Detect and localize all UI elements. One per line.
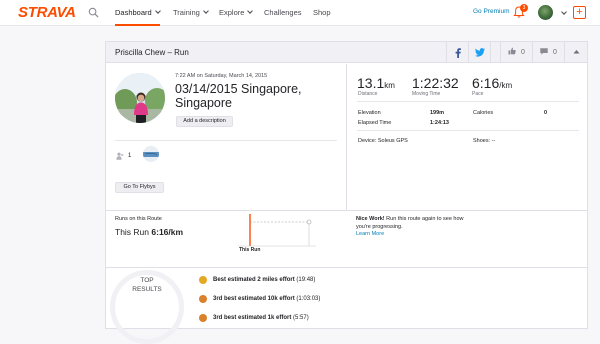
distance-value: 13.1km — [357, 75, 395, 91]
notification-badge: 3 — [520, 4, 528, 12]
athlete-photo[interactable] — [115, 73, 165, 123]
facebook-icon — [455, 48, 461, 58]
people-icon — [116, 152, 124, 160]
kudos-button[interactable]: 0 — [500, 42, 532, 63]
elevation-value: 199m — [430, 110, 445, 116]
collapse-button[interactable] — [564, 42, 587, 63]
calories-label: Calories — [473, 110, 494, 116]
activity-card: Priscilla Chew – Run 0 0 7:22 AM on Satu… — [105, 41, 588, 344]
athlete-image — [115, 73, 165, 123]
add-description-button[interactable]: Add a description — [176, 116, 233, 127]
moving-time-label: Moving Time — [412, 91, 441, 97]
result-item[interactable]: 3rd best estimated 10k effort (1:03:03) — [213, 296, 320, 302]
route-heading: Runs on this Route — [115, 216, 162, 222]
caret-up-icon — [573, 50, 579, 54]
thumbs-up-icon — [508, 47, 516, 55]
this-run-pace: This Run 6:16/km — [115, 227, 184, 237]
comments-button[interactable]: 0 — [532, 42, 564, 63]
gold-medal-icon — [199, 276, 207, 284]
learn-more-link[interactable]: Learn More — [356, 231, 384, 237]
calories-value: 0 — [544, 110, 548, 116]
bronze-medal-icon — [199, 314, 207, 322]
twitter-share-button[interactable] — [468, 42, 490, 63]
nav-dashboard[interactable]: Dashboard — [115, 8, 161, 26]
header-spacer — [490, 42, 500, 63]
kudos-count: 0 — [521, 49, 525, 56]
shoes-label: Shoes: -- — [473, 138, 496, 144]
nice-work-message: Nice Work! Run this route again to see h… — [356, 216, 464, 237]
elevation-label: Elevation — [358, 110, 381, 116]
top-results-section: TOP RESULTS Best estimated 2 miles effort… — [106, 267, 587, 344]
pace-label: Pace — [472, 91, 484, 97]
plus-icon[interactable]: + — [573, 6, 586, 19]
route-map-thumbnail[interactable] — [143, 146, 159, 162]
chevron-down-icon[interactable] — [561, 9, 567, 15]
route-chart-label: This Run — [239, 247, 261, 253]
chevron-down-icon — [154, 8, 161, 14]
facebook-share-button[interactable] — [446, 42, 468, 63]
avatar[interactable] — [538, 5, 553, 20]
athletes-count: 1 — [128, 153, 132, 159]
comment-icon — [540, 48, 548, 55]
activity-name: 03/14/2015 Singapore, Singapore — [175, 82, 302, 110]
result-item[interactable]: Best estimated 2 miles effort (19:48) — [213, 277, 315, 283]
top-results-heading: TOP RESULTS — [132, 277, 162, 293]
result-item[interactable]: 3rd best estimated 1k effort (5:57) — [213, 315, 309, 321]
elapsed-time-label: Elapsed Time — [358, 120, 392, 126]
activity-stats: 13.1km Distance 1:22:32 Moving Time 6:16… — [348, 64, 587, 210]
pace-value: 6:16/km — [472, 75, 513, 91]
divider — [357, 101, 579, 102]
strava-logo[interactable]: STRAVA — [18, 4, 76, 21]
elapsed-time-value: 1:24:13 — [430, 120, 449, 126]
activity-time: 7:22 AM on Saturday, March 14, 2015 — [175, 73, 268, 79]
divider — [357, 130, 579, 131]
chevron-down-icon — [247, 8, 254, 14]
go-premium-link[interactable]: Go Premium — [473, 8, 509, 15]
top-navigation-bar: STRAVA Dashboard Training Explore Challe… — [0, 0, 600, 26]
twitter-icon — [474, 48, 485, 57]
nav-explore[interactable]: Explore — [219, 8, 254, 26]
activity-title: Priscilla Chew – Run — [115, 48, 189, 57]
distance-label: Distance — [358, 91, 378, 97]
search-icon[interactable] — [88, 7, 99, 18]
route-section: Runs on this Route This Run 6:16/km This… — [106, 210, 587, 267]
bronze-medal-icon — [199, 295, 207, 303]
comments-count: 0 — [553, 49, 557, 56]
moving-time-value: 1:22:32 — [412, 75, 459, 91]
go-to-flybys-button[interactable]: Go To Flybys — [115, 182, 164, 193]
trend-point — [306, 219, 312, 225]
activity-header: Priscilla Chew – Run 0 0 — [106, 42, 587, 63]
device-label: Device: Soleus GPS — [358, 138, 408, 144]
nav-challenges[interactable]: Challenges — [264, 8, 302, 26]
nav-shop[interactable]: Shop — [313, 8, 331, 26]
chevron-down-icon — [202, 8, 209, 14]
nav-training[interactable]: Training — [173, 8, 209, 26]
map-image — [143, 146, 159, 162]
divider — [115, 140, 337, 141]
activity-summary: 7:22 AM on Saturday, March 14, 2015 03/1… — [106, 64, 347, 210]
